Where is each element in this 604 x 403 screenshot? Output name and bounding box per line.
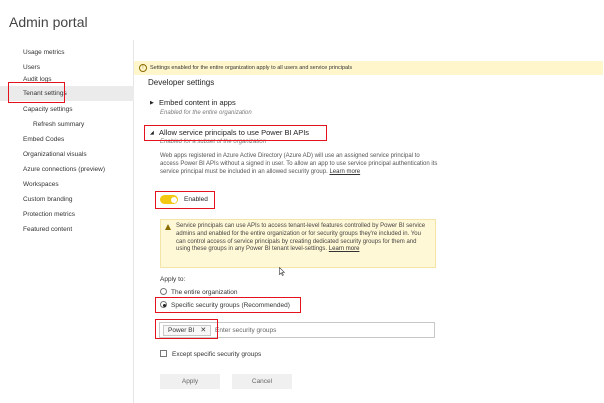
- radio-button[interactable]: [160, 301, 167, 308]
- setting-status-note: Enabled for a subset of the organization: [160, 139, 267, 145]
- apply-button[interactable]: Apply: [160, 374, 220, 389]
- description-text: Web apps registered in Azure Active Dire…: [160, 153, 438, 176]
- learn-more-link[interactable]: Learn more: [329, 169, 360, 175]
- except-groups-checkbox-row[interactable]: Except specific security groups: [160, 350, 261, 359]
- setting-service-principals-header[interactable]: ◢ Allow service principals to use Power B…: [150, 128, 309, 137]
- toggle-knob: [170, 196, 177, 203]
- sidebar-item-organizational-visuals[interactable]: Organizational visuals: [0, 147, 134, 162]
- sidebar-item-featured-content[interactable]: Featured content: [0, 222, 134, 237]
- warning-icon: [165, 224, 171, 230]
- section-title: Developer settings: [148, 78, 215, 87]
- sidebar-item-protection-metrics[interactable]: Protection metrics: [0, 207, 134, 222]
- sidebar-item-azure-connections[interactable]: Azure connections (preview): [0, 162, 134, 177]
- sidebar-item-refresh-summary[interactable]: Refresh summary: [0, 117, 134, 132]
- security-groups-field[interactable]: Power BI ✕: [159, 322, 435, 338]
- radio-specific-security-groups[interactable]: Specific security groups (Recommended): [160, 301, 290, 310]
- security-group-chip: Power BI ✕: [163, 325, 212, 336]
- info-banner: ! Settings enabled for the entire organi…: [134, 61, 603, 75]
- sidebar-item-custom-branding[interactable]: Custom branding: [0, 192, 134, 207]
- cancel-button[interactable]: Cancel: [232, 374, 292, 389]
- sidebar-item-audit-logs[interactable]: Audit logs: [0, 72, 134, 87]
- chevron-right-icon: ▶: [150, 100, 154, 106]
- sidebar-item-embed-codes[interactable]: Embed Codes: [0, 132, 134, 147]
- banner-text: Settings enabled for the entire organiza…: [150, 65, 353, 71]
- security-groups-input[interactable]: [215, 325, 425, 336]
- service-principal-info-box: Service principals can use APIs to acces…: [160, 219, 436, 268]
- radio-label: The entire organization: [171, 289, 238, 296]
- sidebar-item-workspaces[interactable]: Workspaces: [0, 177, 134, 192]
- chip-label: Power BI: [168, 327, 195, 334]
- sidebar-item-usage-metrics[interactable]: Usage metrics: [0, 45, 134, 60]
- setting-embed-content-header[interactable]: ▶ Embed content in apps: [150, 98, 236, 107]
- checkbox[interactable]: [160, 350, 167, 357]
- sidebar-item-capacity-settings[interactable]: Capacity settings: [0, 102, 134, 117]
- mouse-cursor-icon: [279, 267, 285, 276]
- info-icon: !: [139, 64, 147, 72]
- sidebar-item-tenant-settings[interactable]: Tenant settings: [0, 86, 134, 101]
- apply-to-label: Apply to:: [160, 276, 186, 283]
- toggle-label: Enabled: [184, 196, 208, 203]
- setting-title: Allow service principals to use Power BI…: [159, 128, 310, 137]
- setting-status-note: Enabled for the entire organization: [160, 110, 252, 116]
- info-text: Service principals can use APIs to acces…: [176, 223, 426, 253]
- setting-description: Web apps registered in Azure Active Dire…: [160, 152, 438, 177]
- chevron-down-icon: ◢: [150, 130, 154, 136]
- radio-entire-organization[interactable]: The entire organization: [160, 288, 238, 297]
- checkbox-label: Except specific security groups: [172, 351, 262, 358]
- setting-title: Embed content in apps: [159, 98, 236, 107]
- radio-label: Specific security groups (Recommended): [171, 302, 290, 309]
- close-icon[interactable]: ✕: [200, 327, 206, 334]
- learn-more-link[interactable]: Learn more: [329, 246, 360, 252]
- toggle-switch[interactable]: [160, 195, 178, 204]
- radio-button[interactable]: [160, 288, 167, 295]
- page-title: Admin portal: [9, 14, 88, 30]
- sidebar-nav: Usage metrics Users Audit logs Tenant se…: [0, 40, 134, 403]
